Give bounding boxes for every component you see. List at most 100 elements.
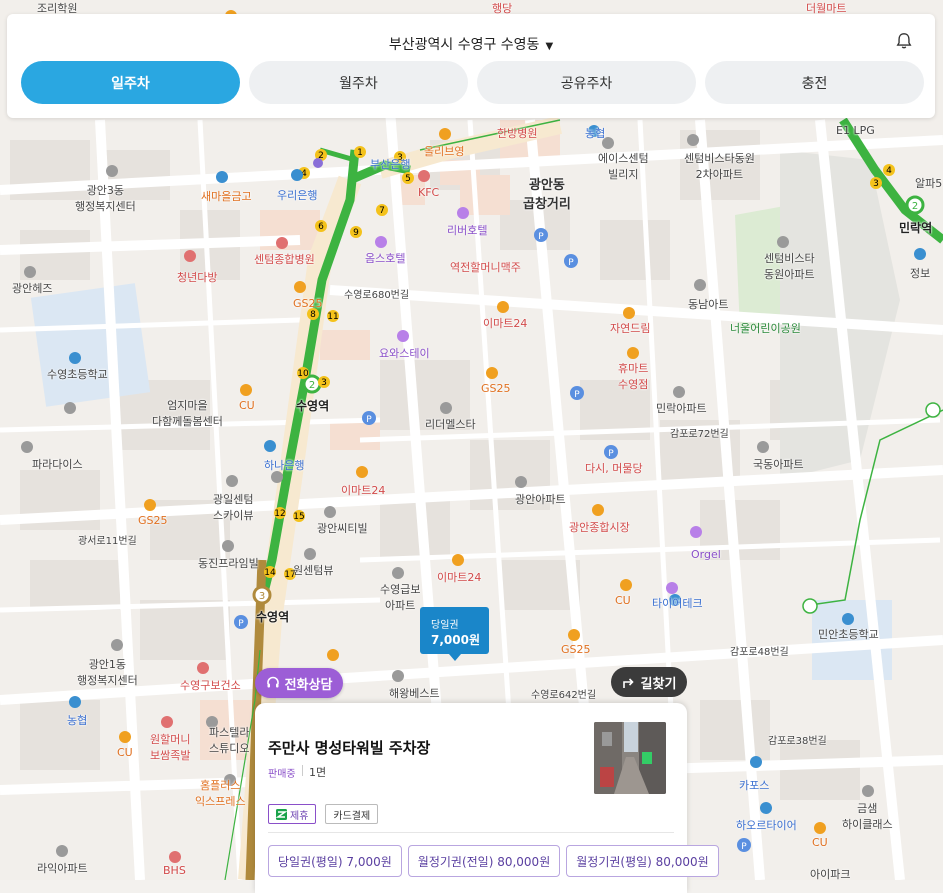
- svg-text:3: 3: [321, 378, 327, 388]
- price-options: 당일권(평일) 7,000원 월정기권(전일) 80,000원 월정기권(평일)…: [268, 845, 719, 877]
- phone-consult-label: 전화상담: [284, 677, 333, 693]
- map-label: 수영급보 아파트: [380, 583, 421, 612]
- map-label: 광안헤즈: [12, 282, 53, 295]
- map-label: 다시, 머물당: [585, 462, 643, 475]
- phone-consult-button[interactable]: 전화상담: [255, 668, 343, 698]
- map-label: 정보: [910, 267, 931, 280]
- location-selector[interactable]: 부산광역시 수영구 수영동 ▼: [7, 34, 935, 54]
- partner-tag: 제휴: [268, 804, 317, 824]
- map-label: 광일센텀 스카이뷰: [213, 493, 254, 522]
- partner-tag-label: 제휴: [290, 810, 309, 822]
- map-label: 금샘 하이클래스: [842, 802, 893, 831]
- map-label: 해왕베스트: [389, 687, 440, 700]
- svg-text:15: 15: [293, 512, 304, 522]
- map-label: 휴마트 수영점: [618, 362, 649, 391]
- price-marker-price: 7,000원: [431, 633, 480, 647]
- map-label: 센텀종합병원: [254, 253, 315, 266]
- svg-text:7: 7: [379, 206, 385, 216]
- map-label: 하오르타이어: [736, 819, 797, 832]
- map-label: Orgel: [691, 548, 721, 561]
- svg-text:2: 2: [309, 380, 315, 391]
- map-label: GS25: [481, 382, 511, 395]
- map-label: 하나은행: [264, 459, 305, 472]
- map-label: 수영구보건소: [180, 679, 241, 692]
- map-label: 파스텔라 스튜디오: [209, 726, 250, 755]
- price-option-monthly-all[interactable]: 월정기권(전일) 80,000원: [407, 845, 561, 877]
- road-label: 감포로48번길: [730, 647, 789, 658]
- svg-text:5: 5: [405, 174, 411, 184]
- svg-text:6: 6: [318, 222, 324, 232]
- price-marker-type: 당일권: [431, 620, 459, 631]
- map-label: 원할머니 보쌈족발: [150, 733, 191, 762]
- section-divider: [268, 832, 674, 833]
- map-label: 홈플러스 익스프레스: [195, 779, 246, 808]
- station-label: 수영역: [256, 610, 290, 624]
- map-label: 민안초등학교: [818, 628, 879, 641]
- map-label: 역전할머니맥주: [450, 261, 521, 274]
- svg-text:3: 3: [259, 591, 265, 602]
- svg-text:12: 12: [274, 509, 285, 519]
- parking-lot-card[interactable]: 주만사 명성타워빌 주차장 판매중 1면 제휴 카드결제 당일권(평일) 7,0…: [255, 703, 719, 893]
- sale-status: 판매중: [268, 769, 296, 780]
- bell-icon[interactable]: [895, 32, 913, 50]
- svg-text:P: P: [366, 415, 372, 425]
- svg-text:P: P: [238, 619, 244, 629]
- map-label: BHS: [163, 864, 186, 877]
- svg-text:9: 9: [353, 228, 359, 238]
- map-label: 청년다방: [177, 271, 218, 284]
- location-text: 부산광역시 수영구 수영동: [388, 37, 540, 53]
- filter-panel: 부산광역시 수영구 수영동 ▼ 일주차 월주차 공유주차 충전: [7, 14, 935, 118]
- chevron-down-icon: ▼: [545, 41, 554, 52]
- lot-name: 주만사 명성타워빌 주차장: [268, 739, 431, 757]
- svg-text:3: 3: [873, 179, 879, 189]
- map-label: 원센텀뷰: [293, 564, 334, 577]
- map-label: 리버호텔: [447, 224, 488, 237]
- map-label: 광안동 곱창거리: [523, 178, 571, 212]
- price-marker[interactable]: 당일권 7,000원: [420, 607, 489, 661]
- svg-text:1: 1: [357, 148, 363, 158]
- map-label: 센텀비스타동원 2차아파트: [684, 152, 755, 181]
- map-label: 농협: [585, 127, 606, 140]
- map-label: 너울어린이공원: [730, 322, 801, 335]
- map-label: 라익아파트: [37, 862, 88, 875]
- map-label: 이마트24: [341, 484, 386, 497]
- map-label: GS25: [561, 643, 591, 656]
- lot-photo[interactable]: [594, 722, 666, 794]
- map-label: CU: [615, 594, 631, 607]
- map-label: CU: [239, 399, 255, 412]
- space-count: 1면: [309, 766, 327, 779]
- map-label: GS25: [293, 297, 323, 310]
- map-label: 민락아파트: [656, 402, 707, 415]
- tab-charging[interactable]: 충전: [705, 61, 924, 104]
- svg-text:10: 10: [297, 369, 309, 379]
- svg-text:P: P: [568, 258, 574, 268]
- tab-shared[interactable]: 공유주차: [477, 61, 696, 104]
- map-label: 광안씨티빌: [317, 522, 368, 535]
- svg-text:2: 2: [912, 201, 918, 212]
- svg-text:P: P: [741, 842, 747, 852]
- road-label: 감포로38번길: [768, 736, 827, 747]
- map-label: 자연드림: [610, 322, 651, 335]
- map-label: 요와스테이: [379, 347, 430, 360]
- map-label: 동남아트: [688, 298, 729, 311]
- map-label: 옴스호텔: [365, 252, 406, 265]
- tab-daily[interactable]: 일주차: [21, 61, 240, 104]
- map-label: KFC: [418, 186, 440, 199]
- svg-text:P: P: [574, 390, 580, 400]
- tab-monthly[interactable]: 월주차: [249, 61, 468, 104]
- svg-text:11: 11: [327, 312, 338, 322]
- station-label: 민락역: [899, 221, 933, 235]
- map-label: 엄지마을 다함께돌봄센터: [152, 399, 223, 428]
- map-label: 올리브영: [424, 145, 465, 158]
- map-label: CU: [812, 836, 828, 849]
- map-label: 타이어테크: [652, 597, 703, 610]
- map-label: GS25: [138, 514, 168, 527]
- map-label: 수영초등학교: [47, 368, 108, 381]
- directions-button[interactable]: 길찾기: [611, 667, 687, 697]
- svg-text:P: P: [538, 232, 544, 242]
- map-label: 동진프라임빌: [198, 557, 259, 570]
- price-option-monthly-weekday[interactable]: 월정기권(평일) 80,000원: [566, 845, 719, 877]
- map-label: 이마트24: [483, 317, 528, 330]
- price-option-daily[interactable]: 당일권(평일) 7,000원: [268, 845, 402, 877]
- map-label: 광안1동 행정복지센터: [77, 658, 138, 687]
